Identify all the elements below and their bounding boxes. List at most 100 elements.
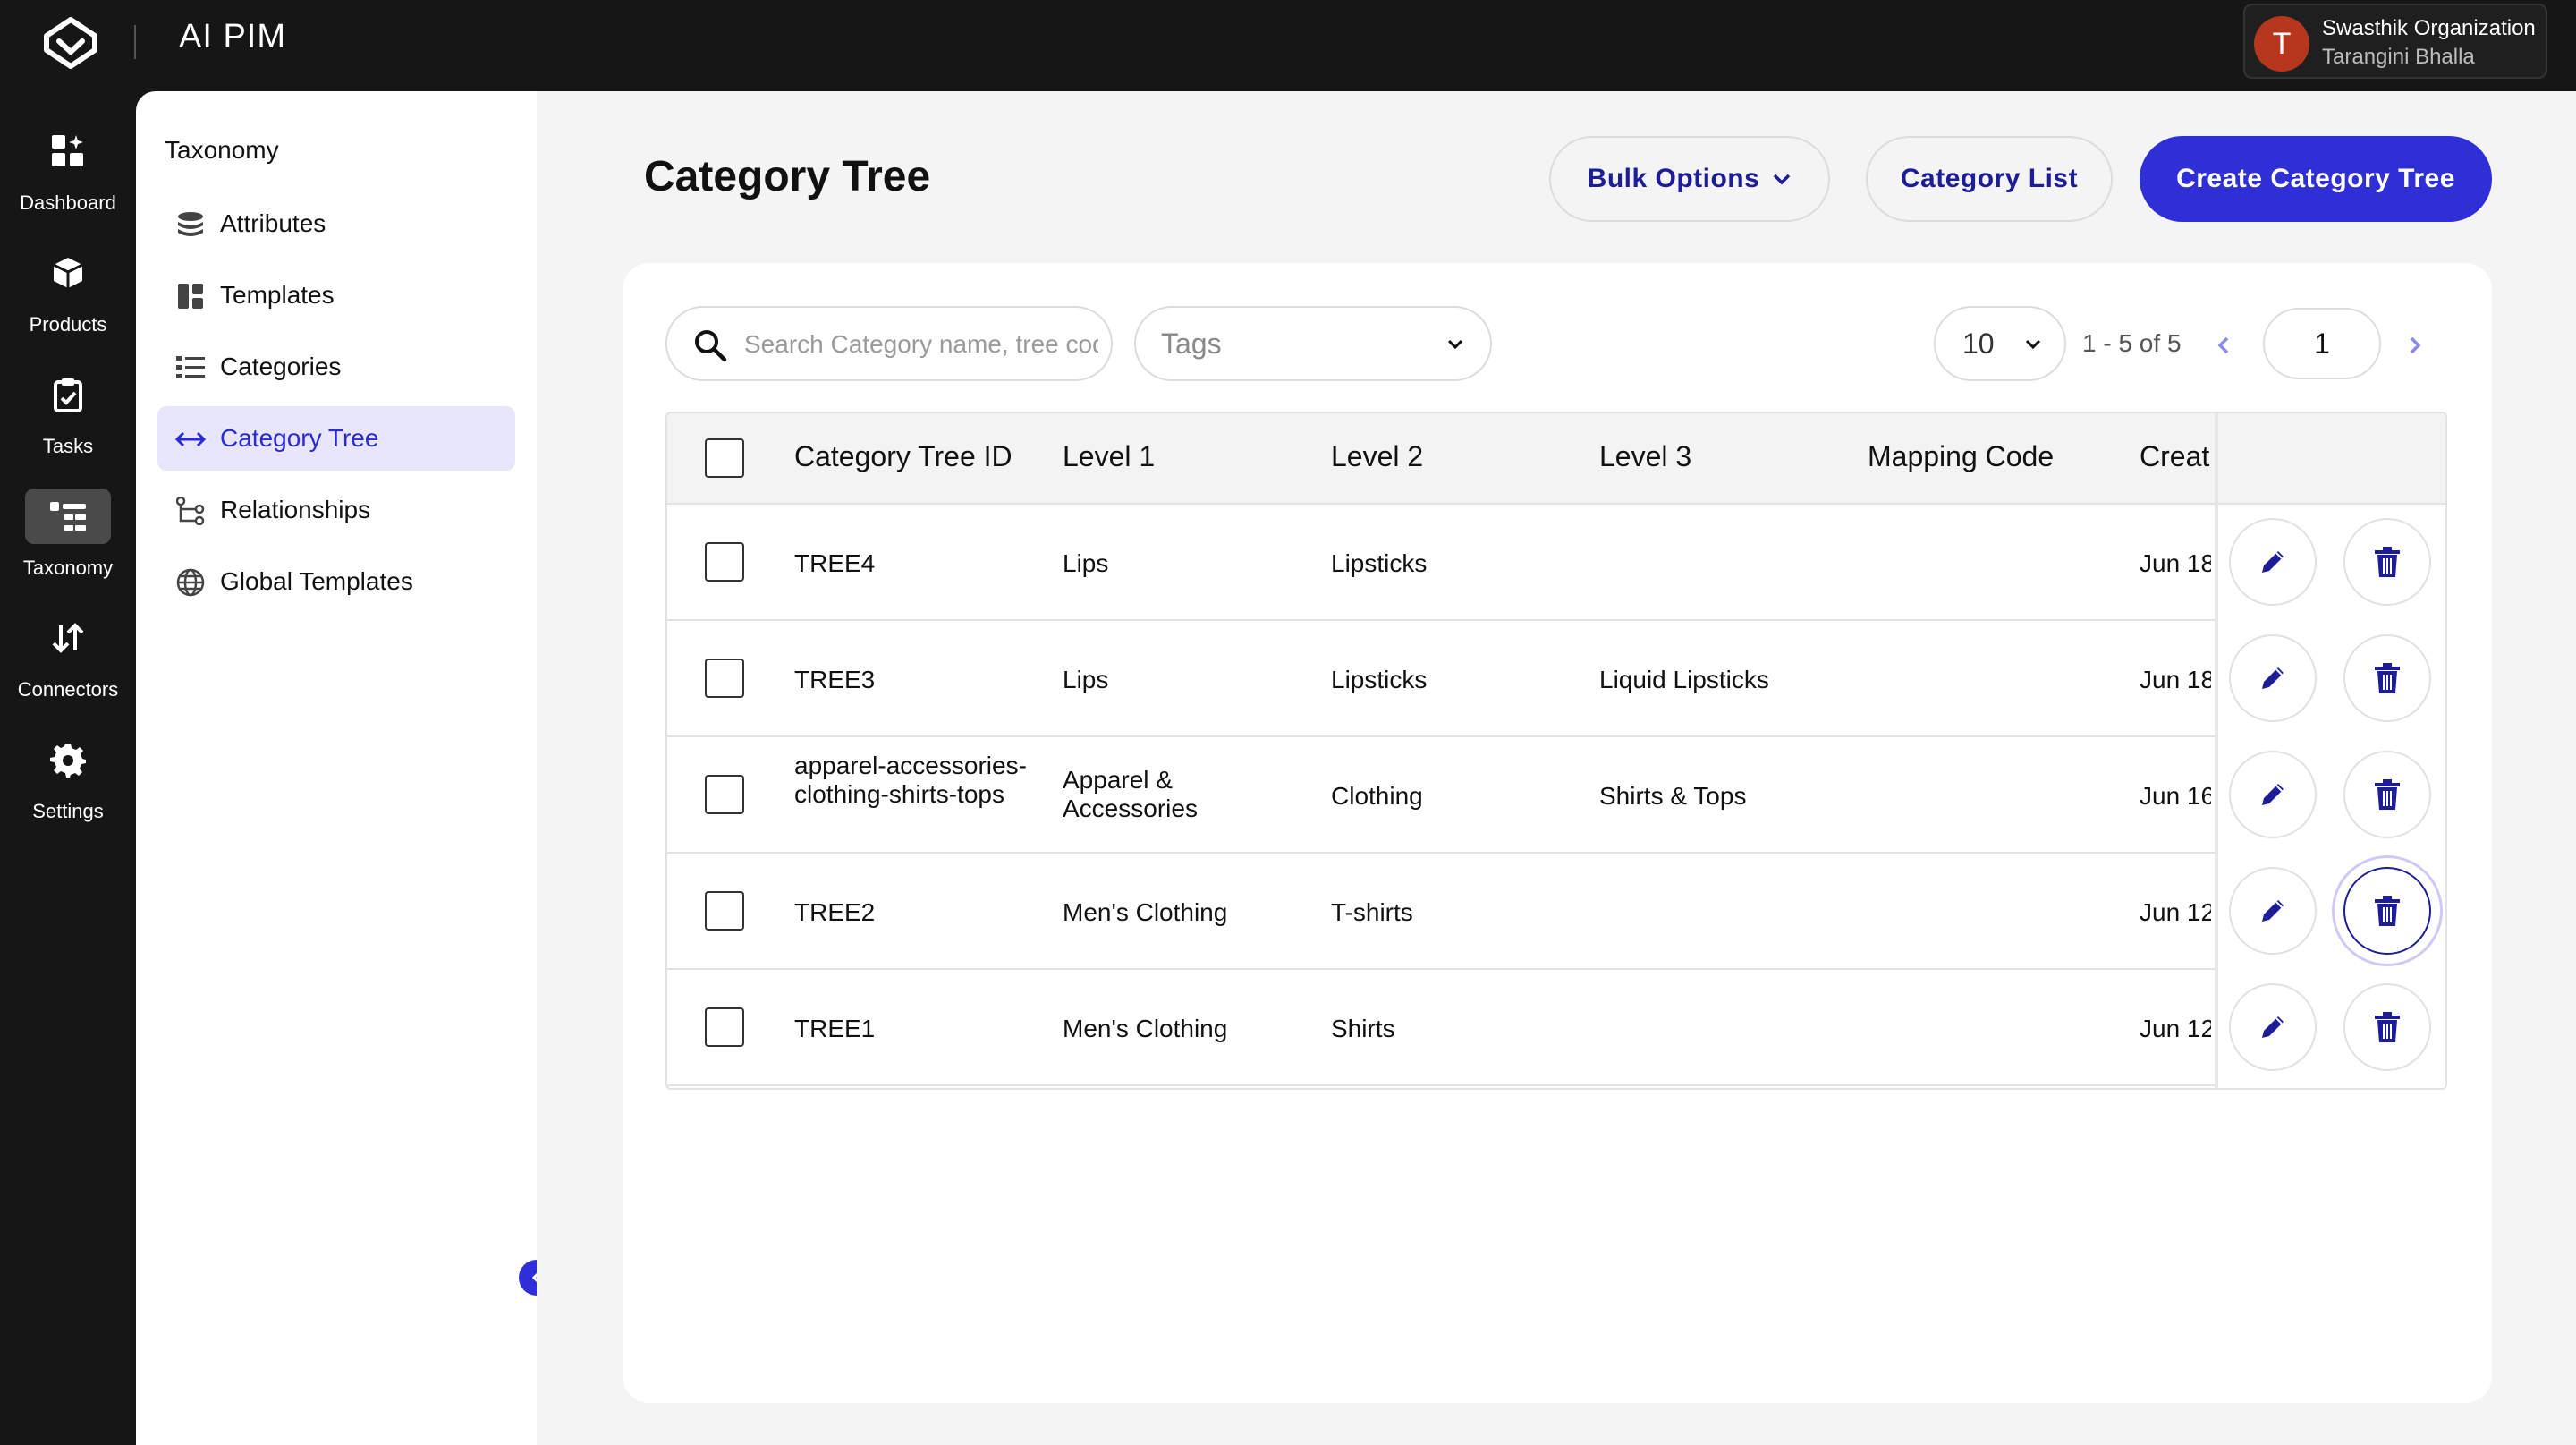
subnav-item-category-tree[interactable]: Category Tree [157,406,515,471]
subnav-item-templates[interactable]: Templates [157,263,515,327]
list-icon [175,353,206,383]
row-checkbox[interactable] [705,1007,744,1047]
rail-label: Settings [32,800,104,822]
row-checkbox[interactable] [705,659,744,698]
subnav-item-relationships[interactable]: Relationships [157,478,515,542]
org-name: Swasthik Organization [2322,16,2536,40]
create-category-tree-label: Create Category Tree [2176,164,2455,193]
dashboard-icon [25,123,111,179]
user-name: Tarangini Bhalla [2322,45,2475,69]
cell-tree-id: TREE3 [794,666,876,693]
category-list-label: Category List [1900,164,2079,193]
chevron-left-icon[interactable] [2213,333,2234,358]
row-checkbox[interactable] [705,775,744,814]
subnav-label: Categories [220,353,342,380]
chevron-down-icon [1774,174,1791,185]
edit-button[interactable] [2229,751,2317,838]
bulk-options-button[interactable]: Bulk Options [1549,136,1830,222]
column-header[interactable]: Level 3 [1599,440,1691,473]
cell-level-2: Lipsticks [1331,549,1428,577]
org-switcher[interactable]: T Swasthik Organization Tarangini Bhalla [2243,4,2547,79]
category-tree-card: Tags 10 1 - 5 of 5 1 Category Tree ID Le… [623,263,2492,1403]
cell-created: Jun 16 [2140,782,2211,810]
delete-button[interactable] [2343,751,2431,838]
cell-tree-id: TREE2 [794,898,876,926]
clipboard-icon [25,367,111,422]
select-all-checkbox[interactable] [705,438,744,478]
column-header[interactable]: Category Tree ID [794,440,1013,473]
subnav-label: Templates [220,281,335,309]
row-checkbox[interactable] [705,891,744,931]
pencil-icon [2262,1016,2284,1038]
trash-icon [2375,663,2400,693]
cell-created: Jun 18 [2140,549,2211,577]
cell-level-1: Men's Clothing [1063,1015,1228,1042]
column-header[interactable]: Creat [2140,440,2211,473]
column-header[interactable]: Level 1 [1063,440,1155,473]
chevron-down-icon [2025,339,2041,350]
edit-button[interactable] [2229,634,2317,722]
trash-icon [2375,779,2400,810]
app-logo-icon[interactable] [39,14,102,70]
table-row[interactable]: TREE4 Lips Lipsticks Jun 18 [667,505,2445,621]
trash-icon [2375,547,2400,577]
subnav-item-global-templates[interactable]: Global Templates [157,549,515,614]
rows-per-page-select[interactable]: 10 [1934,306,2066,381]
subnav-label: Category Tree [220,424,379,452]
chevron-right-icon[interactable] [2404,333,2426,358]
cell-created: Jun 12 [2140,1015,2211,1042]
taxonomy-subnav: Taxonomy Attributes Templates Categories… [136,91,555,1445]
trash-icon [2375,1012,2400,1042]
top-bar: AI PIM T Swasthik Organization Tarangini… [0,0,2576,91]
rail-label: Dashboard [20,191,116,214]
rail-item-dashboard[interactable]: Dashboard [0,106,136,214]
cell-level-2: Shirts [1331,1015,1395,1042]
table-row[interactable]: TREE1 Men's Clothing Shirts Jun 12 [667,970,2445,1086]
cell-tree-id: apparel-accessories-clothing-shirts-tops [794,752,1027,808]
edit-button[interactable] [2229,867,2317,955]
pencil-icon [2262,784,2284,805]
rail-label: Taxonomy [22,557,114,579]
rail-item-tasks[interactable]: Tasks [0,349,136,457]
arrows-icon [25,610,111,666]
page-number-input[interactable]: 1 [2263,308,2381,379]
category-tree-table: Category Tree ID Level 1 Level 2 Level 3… [665,412,2447,1090]
table-header: Category Tree ID Level 1 Level 2 Level 3… [667,413,2445,505]
delete-button[interactable] [2343,867,2431,955]
row-checkbox[interactable] [705,542,744,582]
rows-per-page-value: 10 [1962,327,1995,360]
cell-level-1: Apparel & Accessories [1063,766,1198,822]
database-icon [175,209,206,240]
logo-divider [134,25,136,59]
delete-button[interactable] [2343,634,2431,722]
delete-button[interactable] [2343,983,2431,1071]
category-list-button[interactable]: Category List [1866,136,2113,222]
cell-tree-id: TREE4 [794,549,876,577]
create-category-tree-button[interactable]: Create Category Tree [2140,136,2492,222]
table-row[interactable]: TREE2 Men's Clothing T-shirts Jun 12 [667,854,2445,970]
app-name: AI PIM [179,18,287,55]
page-title: Category Tree [644,153,931,200]
table-row[interactable]: apparel-accessories-clothing-shirts-tops… [667,737,2445,854]
subnav-item-categories[interactable]: Categories [157,335,515,399]
rail-item-products[interactable]: Products [0,227,136,336]
layout-icon [175,281,206,311]
column-header[interactable]: Level 2 [1331,440,1423,473]
cell-level-3: Shirts & Tops [1599,782,1747,810]
edit-button[interactable] [2229,983,2317,1071]
rail-item-taxonomy[interactable]: Taxonomy [0,471,136,579]
rail-item-connectors[interactable]: Connectors [0,592,136,701]
table-row[interactable]: TREE3 Lips Lipsticks Liquid Lipsticks Ju… [667,621,2445,737]
rail-item-settings[interactable]: Settings [0,714,136,822]
subnav-label: Attributes [220,209,326,237]
bulk-options-label: Bulk Options [1587,164,1760,193]
search-input[interactable] [744,326,1098,363]
edit-button[interactable] [2229,518,2317,606]
column-header[interactable]: Mapping Code [1868,440,2054,473]
tags-dropdown[interactable]: Tags [1134,306,1492,381]
pencil-icon [2262,551,2284,573]
delete-button[interactable] [2343,518,2431,606]
cell-level-1: Lips [1063,549,1109,577]
subnav-item-attributes[interactable]: Attributes [157,191,515,256]
globe-icon [175,567,206,598]
